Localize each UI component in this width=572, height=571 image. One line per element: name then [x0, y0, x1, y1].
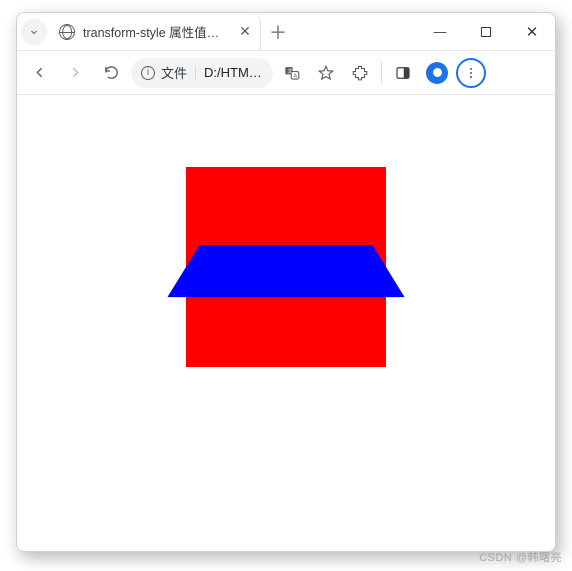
- svg-text:A: A: [294, 73, 298, 79]
- tab-search-button[interactable]: [17, 13, 51, 50]
- address-bar: i 文件 D:/HTM… 文A: [17, 51, 555, 95]
- window-controls: — ✕: [417, 13, 555, 50]
- forward-button[interactable]: [59, 57, 91, 89]
- title-bar: transform-style 属性值设置 3D ✕ ＋ — ✕: [17, 13, 555, 51]
- menu-button[interactable]: [456, 58, 486, 88]
- url-text: D:/HTM…: [204, 65, 263, 80]
- watermark: CSDN @韩曙亮: [479, 549, 562, 565]
- browser-window: transform-style 属性值设置 3D ✕ ＋ — ✕ i 文件 D:…: [16, 12, 556, 552]
- reload-button[interactable]: [95, 57, 127, 89]
- new-tab-button[interactable]: ＋: [261, 13, 295, 50]
- profile-button[interactable]: [422, 58, 452, 88]
- tab-close-button[interactable]: ✕: [238, 23, 252, 40]
- blue-box: [167, 245, 404, 297]
- tab-title: transform-style 属性值设置 3D: [83, 22, 230, 41]
- square-icon: [481, 27, 491, 37]
- minimize-button[interactable]: —: [417, 13, 463, 51]
- browser-tab[interactable]: transform-style 属性值设置 3D ✕: [51, 13, 261, 50]
- info-icon: i: [141, 66, 155, 80]
- url-scheme-label: 文件: [161, 63, 187, 82]
- avatar-icon: [426, 62, 448, 84]
- toolbar-divider: [381, 62, 382, 84]
- globe-icon: [59, 24, 75, 40]
- side-panel-button[interactable]: [388, 58, 418, 88]
- divider: [195, 66, 196, 80]
- omnibox[interactable]: i 文件 D:/HTM…: [131, 58, 273, 88]
- chevron-down-icon: [21, 19, 47, 45]
- bookmark-button[interactable]: [311, 58, 341, 88]
- extensions-button[interactable]: [345, 58, 375, 88]
- translate-button[interactable]: 文A: [277, 58, 307, 88]
- page-content: [17, 95, 555, 551]
- window-close-button[interactable]: ✕: [509, 13, 555, 51]
- back-button[interactable]: [23, 57, 55, 89]
- maximize-button[interactable]: [463, 13, 509, 51]
